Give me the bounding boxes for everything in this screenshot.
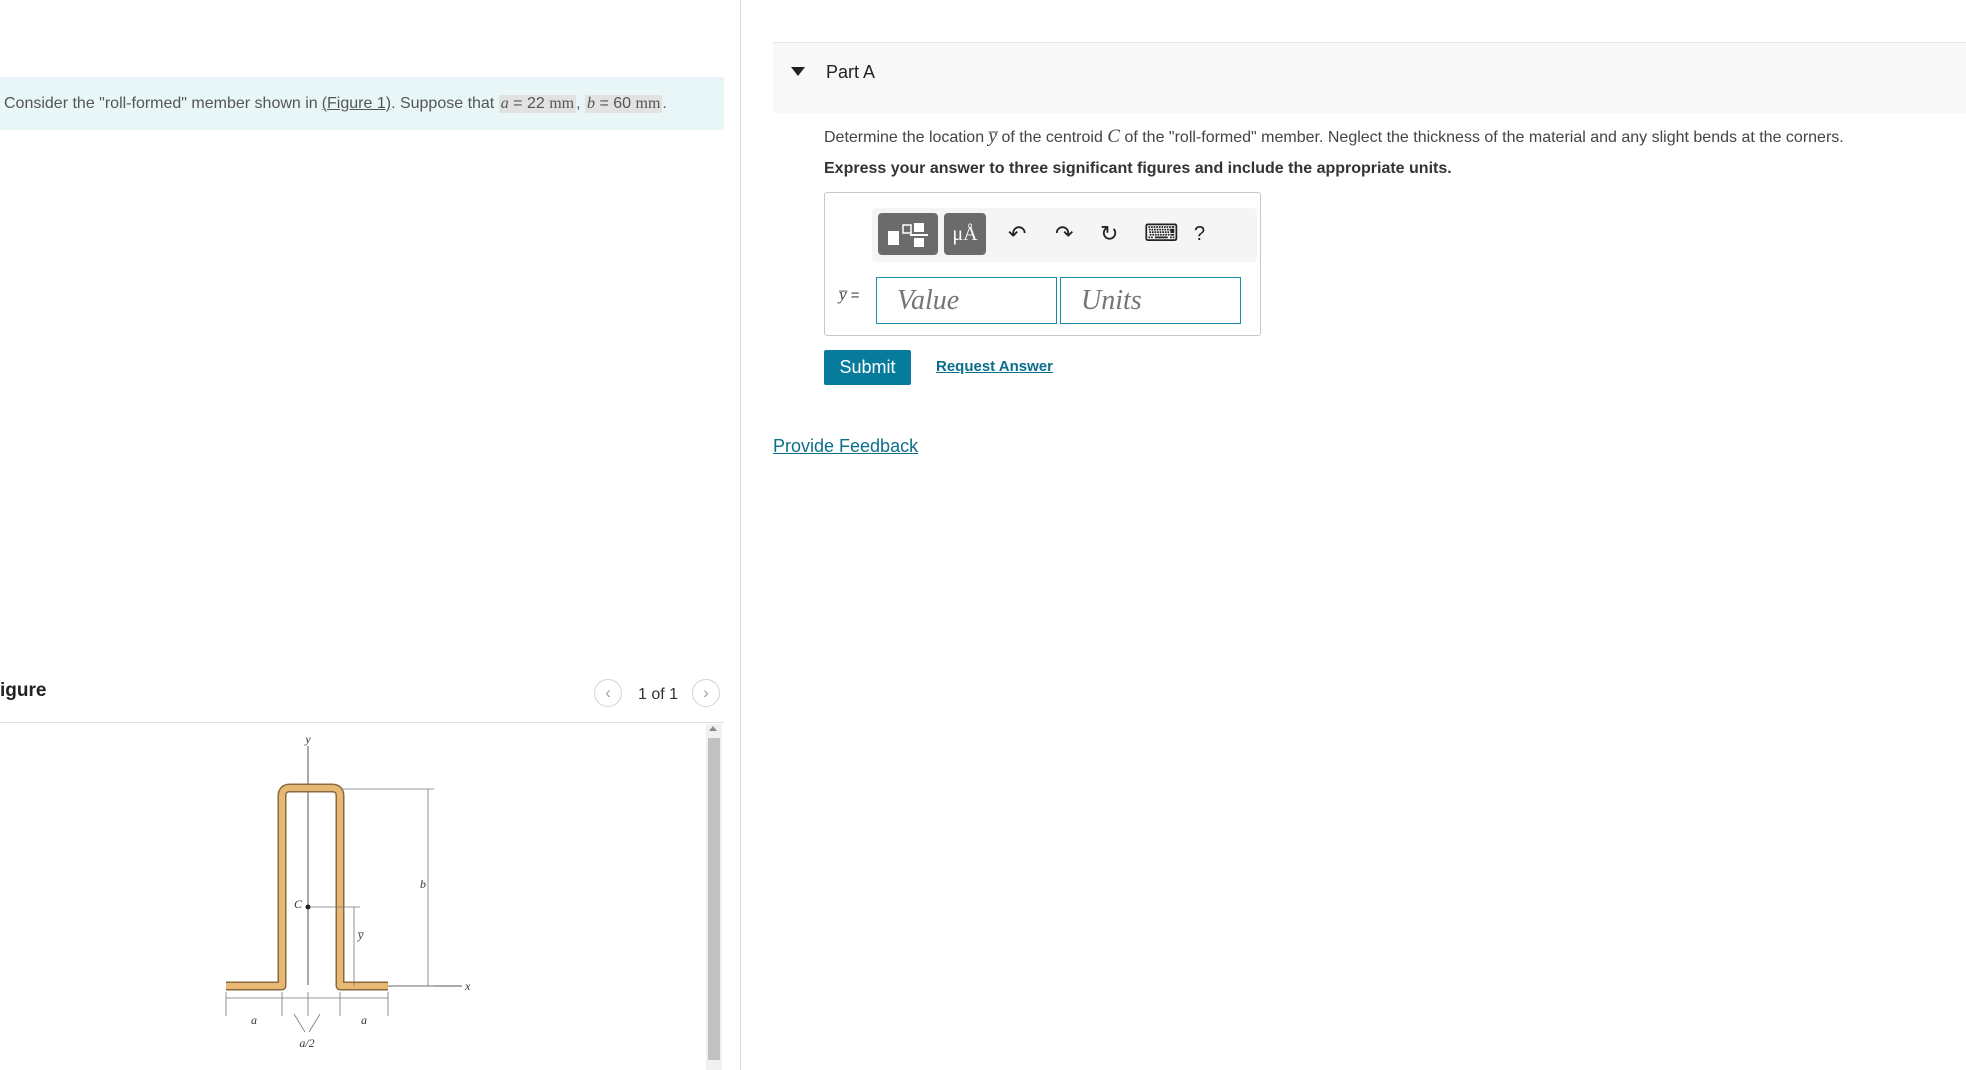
centroid-point (305, 904, 311, 910)
a-half-label: a/2 (299, 1036, 314, 1050)
previous-figure-button[interactable]: ‹ (594, 679, 622, 707)
a-left-label: a (251, 1013, 257, 1027)
b-value-expression: b = 60 mm (585, 94, 663, 113)
units-button[interactable]: μÅ (944, 213, 986, 255)
part-title: Part A (826, 62, 876, 82)
question-symbol: y̅ (988, 126, 997, 147)
question-end: of the "roll-formed" member. Neglect the… (1124, 129, 1844, 146)
next-figure-button[interactable]: › (692, 679, 720, 707)
figure-title: igure (0, 680, 47, 701)
problem-prefix: Consider the "roll-formed" member shown … (4, 94, 318, 112)
question-text: Determine the location y̅ of the centroi… (824, 126, 1844, 148)
scroll-up-arrow-icon[interactable] (709, 726, 717, 731)
question-start: Determine the location (824, 129, 985, 146)
a-half-leader-right (308, 1013, 321, 1033)
value-input[interactable] (876, 277, 1057, 324)
a-symbol: a (500, 94, 509, 112)
undo-icon[interactable]: ↶ (1008, 222, 1026, 246)
b-value: = 60 (599, 94, 632, 112)
keyboard-icon[interactable]: ⌨ (1144, 222, 1179, 246)
question-c-symbol: C (1107, 126, 1120, 147)
member-body (226, 785, 388, 989)
figure-scrollbar-thumb[interactable] (708, 738, 720, 1060)
figure-counter: 1 of 1 (638, 686, 679, 703)
a-value-expression: a = 22 mm (498, 94, 577, 113)
panel-divider (740, 0, 741, 1070)
answer-instruction: Express your answer to three significant… (824, 160, 1452, 177)
chevron-right-icon: › (703, 683, 709, 702)
a-value: = 22 (513, 94, 545, 112)
question-mid: of the centroid (1001, 129, 1103, 146)
x-axis-label: x (464, 979, 471, 993)
a-right-label: a (361, 1013, 367, 1027)
units-input[interactable] (1060, 277, 1241, 324)
problem-statement: Consider the "roll-formed" member shown … (0, 77, 724, 130)
help-icon[interactable]: ? (1194, 222, 1205, 246)
centroid-label: C (294, 897, 303, 911)
b-dimension-label: b (420, 877, 426, 891)
redo-icon[interactable]: ↷ (1055, 222, 1073, 246)
problem-suffix: . (662, 94, 667, 112)
member-outline (226, 783, 388, 991)
chevron-left-icon: ‹ (605, 683, 611, 702)
part-a-header[interactable]: Part A (773, 42, 1966, 113)
reset-icon[interactable]: ↻ (1100, 222, 1118, 246)
answer-label-equals: = (850, 287, 860, 304)
y-axis-label: y (304, 732, 311, 746)
figure-link[interactable]: (Figure 1) (322, 95, 391, 113)
templates-icon (888, 223, 928, 247)
request-answer-link[interactable]: Request Answer (936, 358, 1053, 375)
math-toolbar: μÅ ↶ ↷ ↻ ⌨ ? (872, 208, 1257, 262)
b-symbol: b (587, 94, 595, 112)
answer-label-symbol: y̅ (839, 285, 847, 304)
collapse-caret-icon[interactable] (791, 67, 805, 76)
ybar-dimension-label: y̅ (357, 928, 364, 942)
answer-label: y̅ = (839, 285, 860, 305)
problem-middle: . Suppose that (391, 94, 495, 112)
a-unit: mm (549, 94, 575, 112)
problem-comma: , (576, 94, 581, 112)
figure-header: igure ‹ 1 of 1 › (0, 672, 724, 723)
provide-feedback-link[interactable]: Provide Feedback (773, 436, 918, 457)
roll-formed-member-figure: y x b C y̅ a a a/2 (225, 732, 471, 1050)
a-half-leader-left (293, 1013, 306, 1033)
submit-button[interactable]: Submit (824, 350, 911, 385)
left-panel: Consider the "roll-formed" member shown … (0, 0, 740, 1070)
b-unit: mm (635, 94, 661, 112)
answer-box: μÅ ↶ ↷ ↻ ⌨ ? y̅ = (824, 192, 1261, 336)
templates-button[interactable] (878, 213, 938, 255)
